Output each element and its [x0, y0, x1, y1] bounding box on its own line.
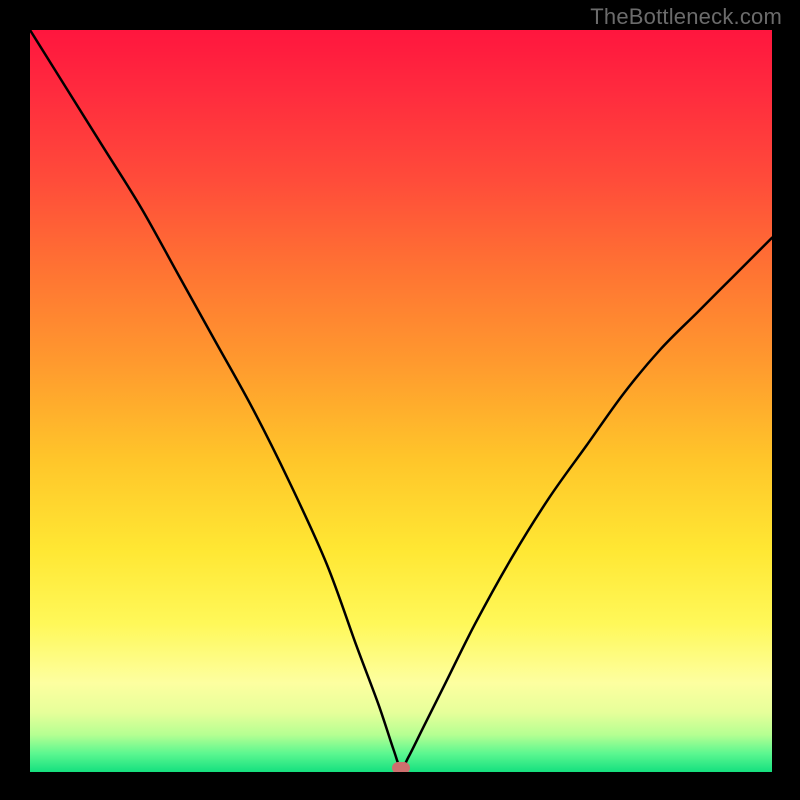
curve-path — [30, 30, 772, 768]
watermark-text: TheBottleneck.com — [590, 4, 782, 30]
plot-area — [30, 30, 772, 772]
bottleneck-curve — [30, 30, 772, 772]
minimum-marker — [392, 762, 410, 772]
chart-frame: TheBottleneck.com — [0, 0, 800, 800]
